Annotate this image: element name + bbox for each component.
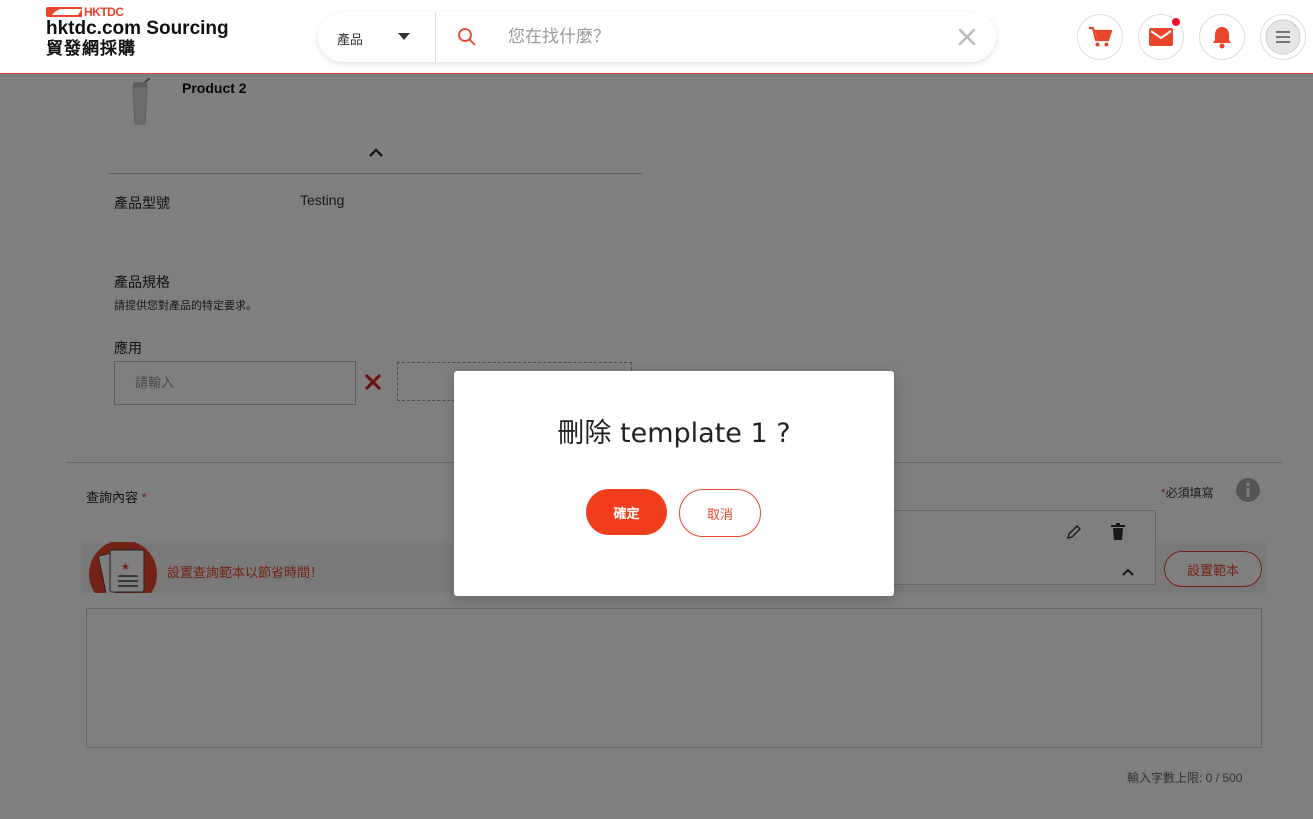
hktdc-logo[interactable]: HKTDC hktdc.com Sourcing 貿發網採購 bbox=[46, 5, 229, 59]
dialog-title: 刪除 template 1 ? bbox=[557, 418, 791, 449]
logo-title: hktdc.com Sourcing bbox=[46, 18, 229, 39]
menu-button[interactable] bbox=[1260, 14, 1306, 60]
cancel-button[interactable]: 取消 bbox=[679, 489, 761, 537]
mail-icon bbox=[1149, 28, 1173, 46]
search-category-select[interactable]: 產品 bbox=[337, 29, 363, 48]
hktdc-logo-mark: HKTDC bbox=[46, 5, 229, 19]
cart-icon bbox=[1089, 26, 1112, 47]
bell-icon bbox=[1213, 27, 1231, 49]
delete-template-dialog: 刪除 template 1 ? 確定 取消 bbox=[454, 371, 894, 596]
chevron-down-icon[interactable] bbox=[398, 33, 410, 40]
messages-button[interactable] bbox=[1138, 14, 1184, 60]
cart-button[interactable] bbox=[1077, 14, 1123, 60]
search-bar: 產品 bbox=[318, 12, 996, 62]
search-input[interactable] bbox=[508, 22, 928, 52]
search-divider bbox=[435, 12, 436, 62]
notification-dot bbox=[1172, 18, 1180, 26]
logo-swoosh-icon bbox=[46, 7, 82, 17]
logo-subtitle: 貿發網採購 bbox=[46, 39, 136, 58]
logo-brand: HKTDC bbox=[84, 5, 124, 19]
clear-search-icon[interactable] bbox=[958, 28, 976, 51]
site-header: HKTDC hktdc.com Sourcing 貿發網採購 產品 bbox=[0, 0, 1313, 74]
confirm-button[interactable]: 確定 bbox=[586, 489, 667, 535]
notifications-button[interactable] bbox=[1199, 14, 1245, 60]
menu-icon bbox=[1265, 19, 1301, 55]
search-icon[interactable] bbox=[457, 27, 477, 52]
